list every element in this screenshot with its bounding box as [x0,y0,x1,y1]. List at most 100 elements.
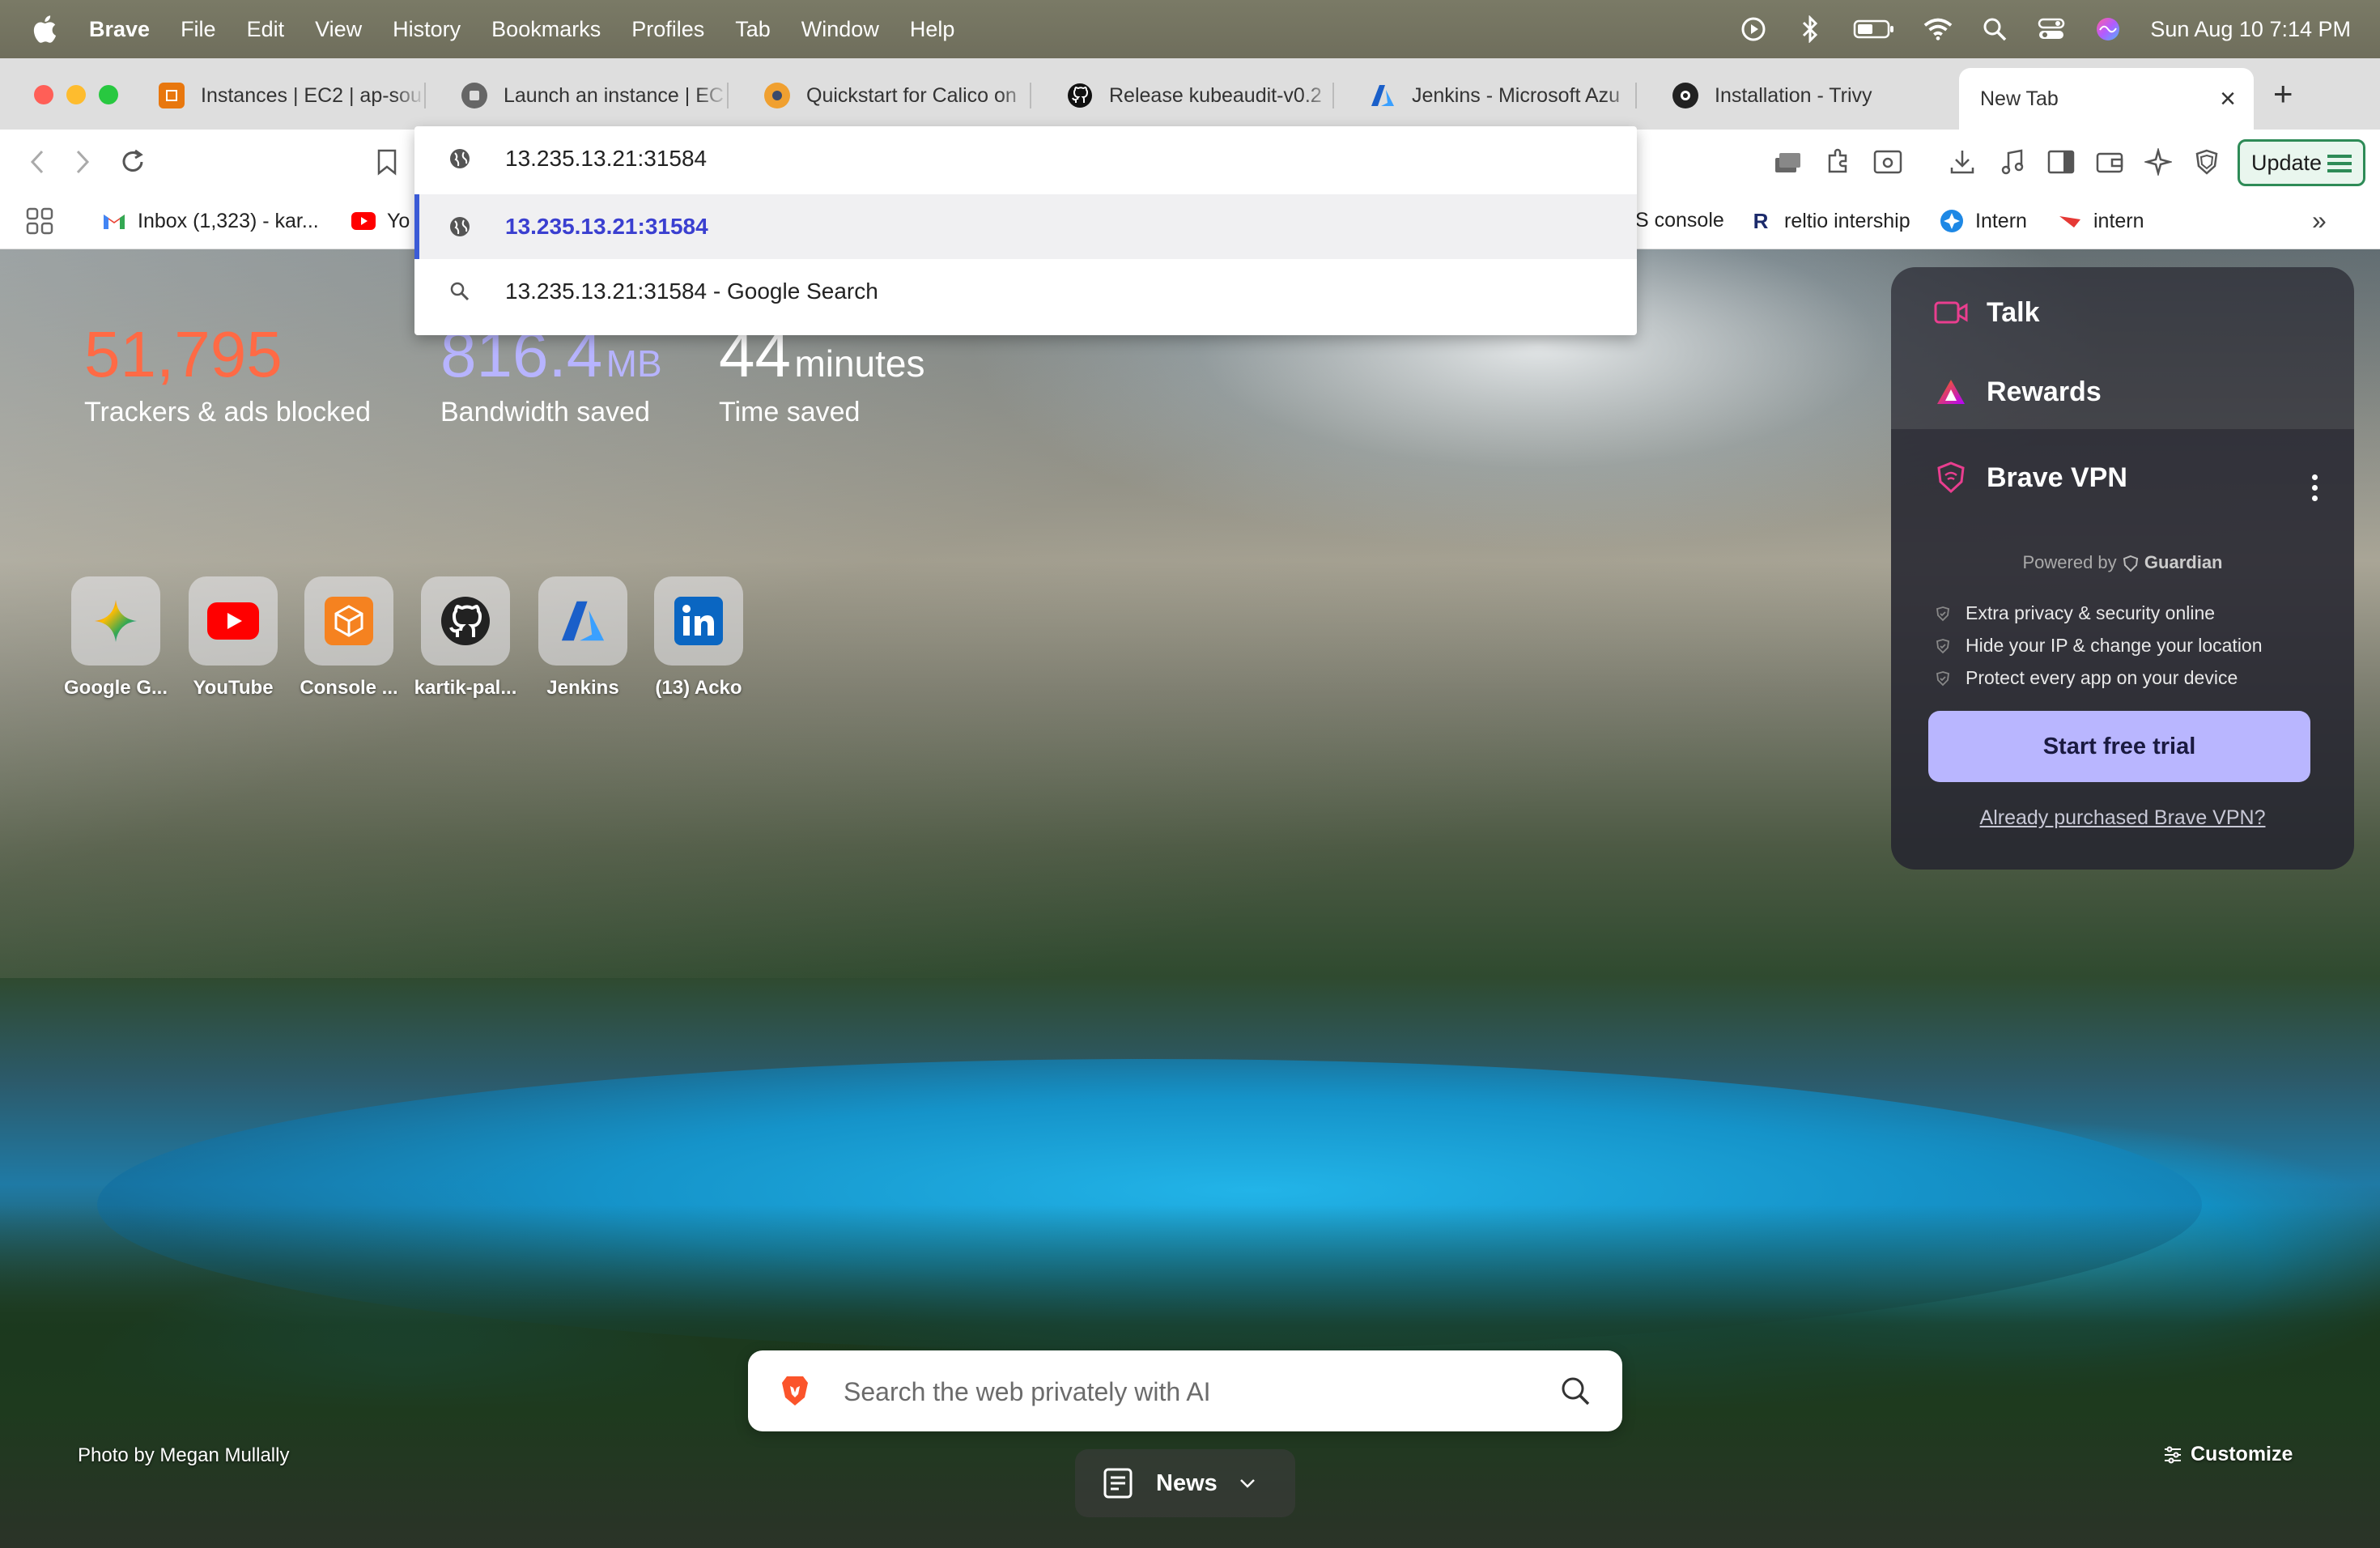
spotlight-search-icon[interactable] [1980,15,2009,44]
menu-tab[interactable]: Tab [735,17,771,42]
top-site-aws-console[interactable]: Console ... [296,576,402,700]
brave-wallet-cards-icon[interactable] [1771,146,1804,178]
photo-credit[interactable]: Photo by Megan Mullally [78,1444,289,1467]
azure-icon [561,601,605,641]
rewards-widget[interactable]: Rewards [1933,376,2102,408]
brave-shields-icon[interactable] [2191,146,2223,178]
leo-ai-icon[interactable] [2142,146,2174,178]
customize-button[interactable]: Customize [2163,1443,2293,1466]
top-site-youtube[interactable]: YouTube [181,576,286,700]
media-player-icon[interactable] [1996,146,2029,178]
reader-mode-icon[interactable] [1872,146,1904,178]
gmail-icon [102,209,126,233]
menu-app-name[interactable]: Brave [89,17,150,42]
zoom-window-button[interactable] [99,85,118,104]
new-tab-button[interactable]: + [2273,74,2293,113]
news-icon [1103,1468,1133,1499]
menu-edit[interactable]: Edit [247,17,285,42]
already-purchased-link[interactable]: Already purchased Brave VPN? [1891,806,2354,830]
bookmark-intern-2[interactable]: intern [2058,209,2144,233]
address-input[interactable]: 13.235.13.21:31584 [414,126,1637,191]
bookmark-icon[interactable] [371,146,403,178]
downloads-icon[interactable] [1946,146,1978,178]
vpn-feature-text: Hide your IP & change your location [1966,635,2263,656]
apps-grid-icon[interactable] [26,207,53,235]
wifi-icon[interactable] [1923,15,1953,44]
menu-file[interactable]: File [181,17,216,42]
battery-icon[interactable] [1852,15,1896,44]
stat-bandwidth-label: Bandwidth saved [440,397,650,427]
stat-trackers-label: Trackers & ads blocked [84,397,371,427]
top-site-label: Jenkins [546,677,619,699]
menu-profiles[interactable]: Profiles [631,17,704,42]
github-icon [1067,83,1093,108]
siri-icon[interactable] [2093,15,2123,44]
rewards-label: Rewards [1987,376,2102,407]
top-site-github[interactable]: kartik-pal... [413,576,518,700]
top-site-acko[interactable]: (13) Acko [646,576,751,700]
news-button[interactable]: News [1075,1449,1295,1517]
talk-widget[interactable]: Talk [1933,296,2040,329]
bookmark-intern[interactable]: Intern [1940,209,2027,233]
wallet-icon[interactable] [2093,146,2126,178]
bookmark-reltio-internship[interactable]: R reltio intership [1749,209,1910,233]
calico-icon [764,83,790,108]
forward-icon[interactable] [66,146,99,178]
clock[interactable]: Sun Aug 10 7:14 PM [2150,17,2351,42]
bookmark-gmail-inbox[interactable]: Inbox (1,323) - kar... [102,209,319,233]
tab-trivy-installation[interactable]: Installation - Trivy [1672,71,1940,120]
sidebar-icon[interactable] [2045,146,2077,178]
menu-history[interactable]: History [393,17,461,42]
minimize-window-button[interactable] [66,85,86,104]
menu-help[interactable]: Help [910,17,955,42]
search-icon[interactable] [1559,1375,1592,1407]
top-site-jenkins[interactable]: Jenkins [530,576,635,700]
play-icon[interactable] [1739,15,1768,44]
bookmark-youtube[interactable]: Yo [351,209,410,233]
reltio-icon: R [1753,208,1769,233]
menu-view[interactable]: View [315,17,362,42]
menu-window[interactable]: Window [801,17,879,42]
bookmark-label: S console [1635,209,1724,232]
bookmark-console[interactable]: S console [1635,209,1724,232]
close-tab-icon[interactable]: × [2220,83,2236,115]
sliders-icon [2165,1446,2181,1463]
address-input-text[interactable]: 13.235.13.21:31584 [505,146,707,172]
tab-new-tab[interactable]: New Tab × [1959,68,2254,130]
tab-calico-quickstart[interactable]: Quickstart for Calico on [764,71,1031,120]
tab-divider [727,83,729,108]
top-site-label: (13) Acko [655,677,742,699]
tab-divider [1030,83,1031,108]
tab-jenkins-azure[interactable]: Jenkins - Microsoft Azu [1370,71,1637,120]
reload-icon[interactable] [117,146,149,178]
control-center-icon[interactable] [2037,15,2066,44]
menu-hamburger-icon [2327,155,2352,172]
bookmark-label: Inbox (1,323) - kar... [138,209,319,232]
menu-bookmarks[interactable]: Bookmarks [491,17,601,42]
tab-title: Quickstart for Calico on [806,83,1017,107]
start-free-trial-button[interactable]: Start free trial [1928,711,2310,782]
extensions-icon[interactable] [1821,146,1854,178]
more-bookmarks-chevron-icon[interactable]: » [2312,206,2327,236]
shield-check-icon [1936,606,1949,621]
top-site-label: kartik-pal... [414,677,517,699]
tab-kubeaudit-release[interactable]: Release kubeaudit-v0.2 [1067,71,1334,120]
rewards-triangle-icon [1933,376,1969,408]
vpn-shield-icon [1933,461,1969,494]
bookmark-label: intern [2093,209,2144,232]
stat-time-label: Time saved [719,397,861,427]
brave-lion-icon [782,1376,808,1406]
suggestion-google-search[interactable]: 13.235.13.21:31584 - Google Search [414,259,1637,324]
vpn-more-options-icon[interactable] [2312,474,2318,506]
close-window-button[interactable] [34,85,53,104]
search-box[interactable]: Search the web privately with AI [748,1350,1622,1431]
bluetooth-icon[interactable] [1796,15,1825,44]
tab-instances-ec2[interactable]: Instances | EC2 | ap-sou [159,71,426,120]
update-button[interactable]: Update [2238,139,2365,186]
top-site-google-gemini[interactable]: Google G... [63,576,168,700]
back-icon[interactable] [21,146,53,178]
stat-trackers-blocked: 51,795 Trackers & ads blocked [84,322,371,428]
apple-icon[interactable] [32,15,57,43]
tab-launch-instance[interactable]: Launch an instance | EC [461,71,729,120]
suggestion-url[interactable]: 13.235.13.21:31584 [414,194,1637,259]
